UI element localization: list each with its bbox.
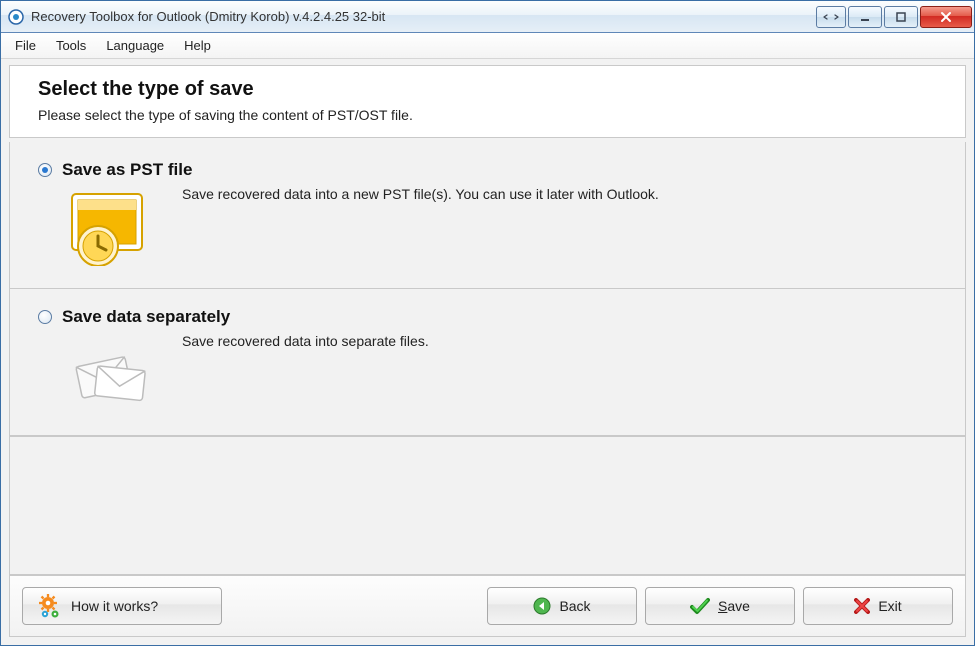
- menu-help[interactable]: Help: [174, 36, 221, 55]
- option-title: Save data separately: [62, 307, 230, 327]
- exit-label: Exit: [878, 598, 901, 614]
- options-list: Save as PST file Save recovered da: [9, 142, 966, 437]
- back-arrow-icon: [533, 597, 551, 615]
- option-save-separately[interactable]: Save data separately: [10, 289, 965, 436]
- page-header: Select the type of save Please select th…: [9, 65, 966, 138]
- outlook-pst-icon: [60, 186, 160, 268]
- content-area: Select the type of save Please select th…: [1, 59, 974, 645]
- maximize-button[interactable]: [884, 6, 918, 28]
- content-filler: [9, 437, 966, 575]
- expand-button[interactable]: [816, 6, 846, 28]
- menu-tools[interactable]: Tools: [46, 36, 96, 55]
- window-controls: [814, 6, 972, 28]
- how-it-works-button[interactable]: How it works?: [22, 587, 222, 625]
- check-icon: [690, 597, 710, 615]
- window-title: Recovery Toolbox for Outlook (Dmitry Kor…: [31, 9, 385, 24]
- menubar: File Tools Language Help: [1, 33, 974, 59]
- page-title: Select the type of save: [38, 78, 937, 101]
- close-button[interactable]: [920, 6, 972, 28]
- page-subtitle: Please select the type of saving the con…: [38, 107, 937, 123]
- option-description: Save recovered data into separate files.: [182, 333, 429, 349]
- radio-save-separately[interactable]: [38, 310, 52, 324]
- back-label: Back: [559, 598, 590, 614]
- titlebar[interactable]: Recovery Toolbox for Outlook (Dmitry Kor…: [1, 1, 974, 33]
- save-label: Save: [718, 598, 750, 614]
- app-icon: [7, 8, 25, 26]
- app-window: Recovery Toolbox for Outlook (Dmitry Kor…: [0, 0, 975, 646]
- footer-bar: How it works? Back: [9, 575, 966, 637]
- x-icon: [854, 598, 870, 614]
- menu-file[interactable]: File: [5, 36, 46, 55]
- option-description: Save recovered data into a new PST file(…: [182, 186, 659, 202]
- exit-button[interactable]: Exit: [803, 587, 953, 625]
- option-save-as-pst[interactable]: Save as PST file Save recovered da: [10, 142, 965, 289]
- option-title: Save as PST file: [62, 160, 192, 180]
- menu-language[interactable]: Language: [96, 36, 174, 55]
- gears-icon: [37, 594, 63, 618]
- envelopes-icon: [60, 333, 160, 415]
- back-button[interactable]: Back: [487, 587, 637, 625]
- radio-save-as-pst[interactable]: [38, 163, 52, 177]
- how-it-works-label: How it works?: [71, 598, 158, 614]
- save-button[interactable]: Save: [645, 587, 795, 625]
- minimize-button[interactable]: [848, 6, 882, 28]
